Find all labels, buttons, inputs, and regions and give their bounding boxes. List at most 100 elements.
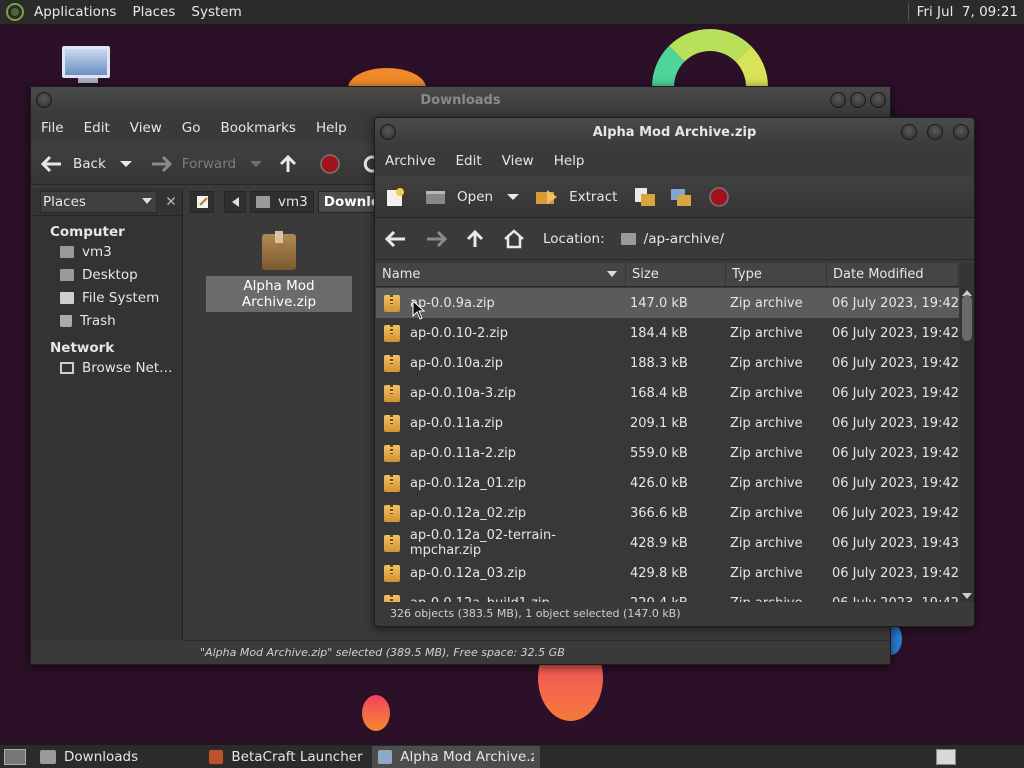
file-item[interactable]: Alpha Mod Archive.zip	[206, 231, 352, 312]
sidebar-item-vm3[interactable]: vm3	[32, 240, 182, 263]
edit-location-button[interactable]	[190, 191, 214, 213]
cell-type: Zip archive	[730, 385, 803, 401]
cell-name: ap-0.0.10a.zip	[376, 354, 626, 372]
sidebar-selector[interactable]: Places	[40, 190, 158, 213]
show-desktop-icon[interactable]	[4, 748, 26, 765]
cell-date-modified: 06 July 2023, 19:42	[832, 295, 959, 311]
menu-file[interactable]: File	[31, 120, 74, 136]
menu-view[interactable]: View	[120, 120, 172, 136]
sidebar-item-browse-network[interactable]: Browse Net…	[32, 356, 182, 379]
stop-icon	[320, 153, 340, 174]
archive-manager-window: Alpha Mod Archive.zip Archive Edit View …	[374, 117, 975, 627]
column-header-type[interactable]: Type	[726, 263, 827, 286]
table-row[interactable]: ap-0.0.10a-3.zip 168.4 kB Zip archive 06 Ju…	[376, 378, 959, 408]
vertical-scrollbar[interactable]	[960, 263, 974, 602]
menu-system[interactable]: System	[183, 4, 249, 20]
menu-help[interactable]: Help	[544, 153, 595, 169]
add-files-icon	[635, 187, 656, 206]
chevron-down-icon[interactable]	[119, 160, 132, 168]
path-scroll-left-button[interactable]	[224, 191, 246, 213]
forward-arrow-icon	[151, 155, 172, 172]
cell-size: 559.0 kB	[630, 445, 688, 461]
cell-size: 184.4 kB	[630, 325, 688, 341]
location-field[interactable]: /ap-archive/	[620, 231, 724, 247]
menu-edit[interactable]: Edit	[446, 153, 492, 169]
menu-archive[interactable]: Archive	[375, 153, 446, 169]
cell-date-modified: 06 July 2023, 19:42	[827, 596, 959, 603]
clock[interactable]: Fri Jul 7, 09:21	[917, 4, 1024, 20]
extract-button[interactable]: Extract	[535, 188, 617, 206]
mate-logo-icon[interactable]	[6, 3, 24, 21]
sidebar-item-file-system[interactable]: File System	[32, 286, 182, 309]
cell-size: 188.3 kB	[630, 355, 688, 371]
table-row[interactable]: ap-0.0.10-2.zip 184.4 kB Zip archive 06 Jul…	[376, 318, 959, 348]
menu-bookmarks[interactable]: Bookmarks	[211, 120, 306, 136]
stop-button[interactable]	[709, 186, 730, 207]
statusbar: 326 objects (383.5 MB), 1 object selecte…	[390, 607, 681, 620]
up-button[interactable]	[278, 154, 298, 174]
cell-type: Zip archive	[730, 505, 803, 521]
table-row[interactable]: ap-0.0.12a_03.zip 429.8 kB Zip archive 06 J…	[376, 558, 959, 588]
taskbar-button[interactable]: BetaCraft Launcher ...	[203, 746, 371, 768]
table-row[interactable]: ap-0.0.11a.zip 209.1 kB Zip archive 06 July…	[376, 408, 959, 438]
add-files-button[interactable]	[633, 186, 657, 208]
back-arrow-icon[interactable]	[385, 230, 407, 248]
table-row[interactable]: ap-0.0.12a_build1.zip220.4 kBZip archive…	[376, 588, 959, 602]
chevron-down-icon[interactable]	[507, 193, 520, 201]
new-archive-button[interactable]	[385, 187, 405, 207]
column-header-name[interactable]: Name	[376, 263, 626, 286]
cell-type: Zip archive	[730, 325, 803, 341]
up-arrow-icon[interactable]	[465, 229, 485, 249]
sidebar-item-trash[interactable]: Trash	[32, 309, 182, 332]
cell-size: 426.0 kB	[630, 475, 688, 491]
chevron-down-icon[interactable]	[250, 160, 263, 168]
network-icon	[60, 361, 74, 374]
menu-go[interactable]: Go	[172, 120, 211, 136]
titlebar[interactable]: Downloads	[31, 87, 890, 113]
column-header-date-modified[interactable]: Date Modified	[827, 263, 959, 286]
taskbar-button[interactable]: Alpha Mod Archive.zip	[372, 745, 540, 768]
table-row[interactable]: ap-0.0.10a.zip 188.3 kB Zip archive 06 July…	[376, 348, 959, 378]
table-row[interactable]: ap-0.0.9a.zip 147.0 kB Zip archive 06 July …	[376, 288, 959, 318]
menu-applications[interactable]: Applications	[26, 4, 124, 20]
home-icon[interactable]	[503, 228, 525, 249]
forward-arrow-icon[interactable]	[425, 230, 447, 248]
menu-places[interactable]: Places	[124, 4, 183, 20]
java-icon	[209, 749, 224, 764]
table-row[interactable]: ap-0.0.12a_02.zip 366.6 kB Zip archive 06 J…	[376, 498, 959, 528]
computer-desktop-icon[interactable]	[62, 46, 114, 84]
close-sidebar-icon[interactable]: ✕	[160, 194, 182, 210]
open-button[interactable]: Open	[425, 188, 520, 206]
menu-help[interactable]: Help	[306, 120, 357, 136]
wallpaper-blob	[362, 695, 390, 731]
open-folder-icon	[426, 190, 445, 204]
titlebar[interactable]: Alpha Mod Archive.zip	[375, 118, 974, 146]
extract-icon	[536, 189, 558, 204]
workspace-switcher-icon[interactable]	[936, 748, 956, 765]
sidebar-group-computer: Computer	[50, 224, 125, 240]
window-title: Downloads	[420, 92, 501, 108]
table-row[interactable]: ap-0.0.12a_02-terrain-mpchar.zip 428.9 kB…	[376, 528, 959, 558]
sidebar-item-desktop[interactable]: Desktop	[32, 263, 182, 286]
stop-button[interactable]	[320, 153, 340, 174]
file-list-header: Name Size Type Date Modified	[376, 263, 959, 287]
column-header-size[interactable]: Size	[626, 263, 726, 286]
menu-edit[interactable]: Edit	[74, 120, 120, 136]
add-folder-icon	[671, 188, 692, 206]
add-folder-button[interactable]	[669, 186, 693, 208]
forward-button[interactable]: Forward	[150, 155, 263, 173]
taskbar-button[interactable]: Downloads	[34, 746, 202, 768]
sort-descending-icon	[607, 271, 617, 277]
scrollbar-thumb[interactable]	[962, 295, 972, 341]
cell-date-modified: 06 July 2023, 19:42	[832, 415, 959, 431]
back-button[interactable]: Back	[41, 155, 132, 173]
menu-view[interactable]: View	[492, 153, 544, 169]
table-row[interactable]: ap-0.0.12a_01.zip 426.0 kB Zip archive 06 J…	[376, 468, 959, 498]
path-button-home[interactable]: vm3	[250, 191, 314, 213]
cell-name: ap-0.0.10-2.zip	[376, 324, 626, 342]
trash-icon	[60, 314, 72, 327]
scroll-down-icon[interactable]	[962, 593, 972, 599]
places-sidebar: Places ✕ Computer vm3 Desktop File Syste…	[32, 188, 183, 640]
archive-file-icon	[262, 231, 296, 270]
table-row[interactable]: ap-0.0.11a-2.zip 559.0 kB Zip archive 06 Ju…	[376, 438, 959, 468]
